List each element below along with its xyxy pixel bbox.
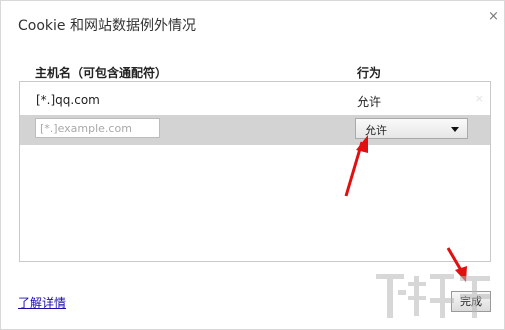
chevron-down-icon <box>451 127 459 132</box>
action-select-value: 允许 <box>365 124 387 137</box>
remove-icon[interactable]: × <box>475 92 484 105</box>
host-pattern: [*.]qq.com <box>36 93 100 107</box>
learn-more-link[interactable]: 了解详情 <box>18 294 66 311</box>
dialog-title: Cookie 和网站数据例外情况 <box>18 18 196 34</box>
column-header-action: 行为 <box>357 66 382 80</box>
action-value: 允许 <box>357 95 382 109</box>
close-icon[interactable]: × <box>488 9 499 24</box>
watermark-logo <box>376 274 490 318</box>
host-pattern-input[interactable] <box>35 118 160 138</box>
exceptions-list: [*.]qq.com 允许 × 允许 <box>19 81 491 262</box>
column-header-host: 主机名（可包含通配符） <box>35 66 168 80</box>
list-item[interactable]: [*.]qq.com 允许 × <box>20 85 490 114</box>
action-select[interactable]: 允许 <box>355 118 468 139</box>
new-exception-row: 允许 <box>20 115 490 145</box>
